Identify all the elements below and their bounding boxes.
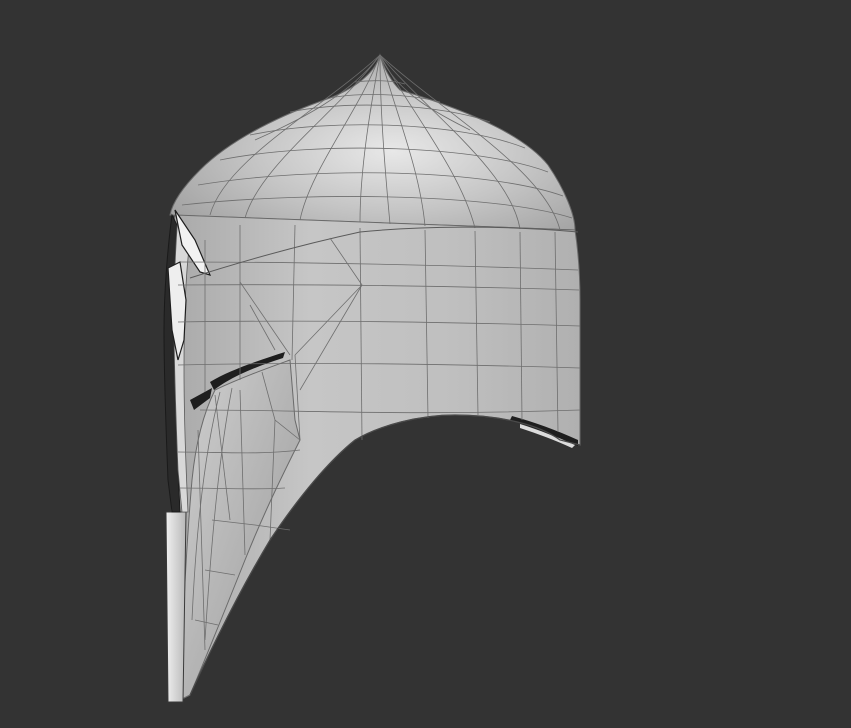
helmet-model[interactable] — [0, 0, 851, 728]
face-edge-strip — [165, 511, 187, 703]
3d-viewport[interactable] — [0, 0, 851, 728]
helmet-dome — [169, 53, 576, 231]
